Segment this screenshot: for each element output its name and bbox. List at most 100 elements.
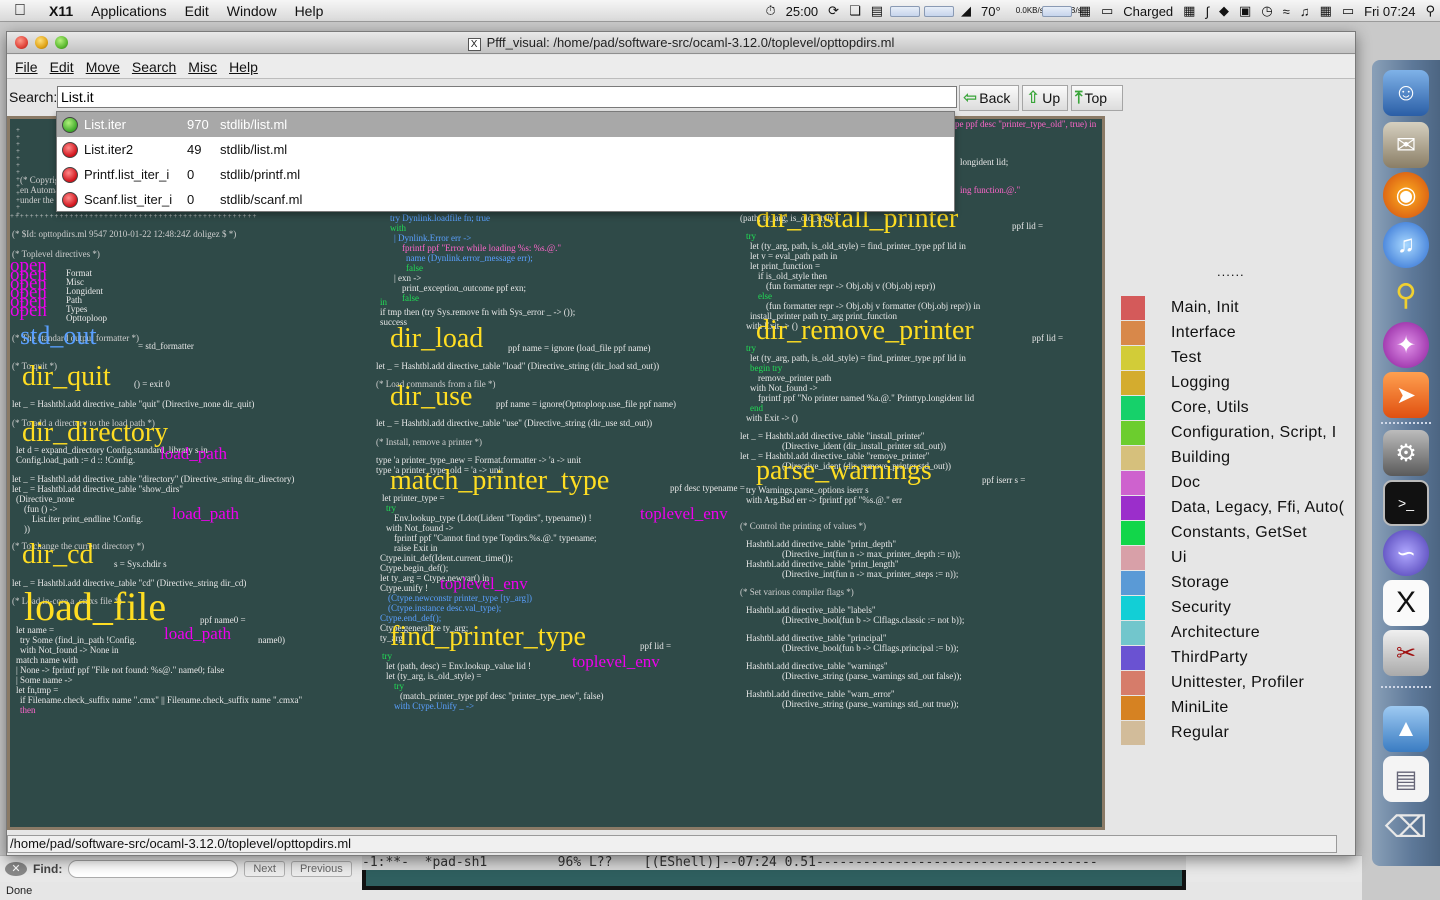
menu-move[interactable]: Move (80, 59, 126, 75)
x11-icon[interactable]: X (1383, 580, 1429, 626)
disk-icon[interactable]: ▦ (1074, 3, 1096, 19)
lock-icon[interactable]: ◆ (1214, 3, 1234, 19)
presentation-icon[interactable]: ➤ (1383, 372, 1429, 418)
sync-icon[interactable]: ⟳ (823, 3, 844, 19)
cpu-meter[interactable] (890, 5, 921, 17)
bluetooth-icon[interactable]: ∫ (1200, 4, 1214, 19)
code-line: let fn,tmp = (16, 685, 59, 695)
menubar-applications[interactable]: Applications (82, 3, 176, 19)
code-line: (Ctype.newconstr printer_type [ty_arg]) (388, 593, 533, 603)
menubar-app-name[interactable]: X11 (40, 3, 82, 19)
display-icon[interactable]: ▣ (1234, 3, 1256, 19)
menu-help[interactable]: Help (223, 59, 264, 75)
code-ref-toplevel-env: toplevel_env (640, 504, 728, 523)
time-machine-icon[interactable]: ◷ (1256, 3, 1277, 19)
completion-file: stdlib/printf.ml (220, 167, 301, 182)
battery-status[interactable]: Charged (1118, 4, 1178, 19)
code-line: ppf lid = (1012, 221, 1044, 231)
code-line: try Dynlink.loadfile fn; true (390, 213, 490, 223)
timer-icon[interactable]: ⏱ (760, 3, 780, 19)
emacs-modeline: -1:**- *pad-sh1 96% L?? [(EShell)]--07:2… (362, 855, 1186, 870)
finder-icon[interactable]: ☺ (1383, 70, 1429, 116)
up-button[interactable]: ⇧ Up (1022, 85, 1068, 111)
menu-edit[interactable]: Edit (44, 59, 80, 75)
itunes-icon[interactable]: ♫ (1383, 222, 1429, 268)
documents-stack-icon[interactable]: ▤ (1383, 756, 1429, 802)
legend-swatch (1121, 720, 1145, 745)
legend-swatch (1121, 345, 1145, 370)
back-button[interactable]: ⇦ Back (959, 85, 1019, 111)
firefox-icon[interactable]: ◉ (1383, 172, 1429, 218)
clock[interactable]: Fri 07:24 (1359, 4, 1420, 19)
emacs-buffer[interactable] (362, 870, 1186, 890)
code-line: (* Control the printing of values *) (740, 521, 866, 531)
code-ref-toplevel-env: toplevel_env (572, 652, 660, 671)
terminal-icon[interactable]: >_ (1383, 480, 1429, 526)
find-input[interactable] (68, 860, 239, 878)
legend-swatch (1121, 470, 1145, 495)
window-titlebar[interactable]: X Pfff_visual: /home/pad/software-src/oca… (7, 32, 1355, 54)
temperature-readout[interactable]: 70° (976, 4, 1006, 19)
emacs-icon[interactable]: ∽ (1383, 530, 1429, 576)
menubar-edit[interactable]: Edit (176, 3, 218, 19)
up-label: Up (1042, 90, 1061, 106)
legend-swatch (1121, 645, 1145, 670)
legend-label: Regular (1171, 723, 1230, 741)
screenshot-tool-icon[interactable]: ✂ (1383, 630, 1429, 676)
code-line: with Exit -> () (746, 413, 798, 423)
code-line: longident lid; (960, 157, 1009, 167)
trash-icon[interactable]: ⌫ (1383, 804, 1429, 850)
code-line: if Filename.check_suffix name ".cmx" || … (20, 695, 303, 705)
completion-item[interactable]: Printf.list_iter_i 0 stdlib/printf.ml (57, 162, 954, 187)
apple-icon[interactable]:  (0, 2, 40, 20)
find-previous-button[interactable]: Previous (290, 861, 352, 877)
system-preferences-icon[interactable]: ⚙ (1383, 430, 1429, 476)
timer-readout[interactable]: 25:00 (781, 4, 824, 19)
menu-misc[interactable]: Misc (182, 59, 223, 75)
completion-item[interactable]: List.iter 970 stdlib/list.ml (57, 112, 954, 137)
menu-search[interactable]: Search (126, 59, 182, 75)
messaging-icon[interactable]: ✦ (1383, 322, 1429, 368)
wifi-icon[interactable]: ≈ (1278, 4, 1295, 19)
spotlight-search-icon[interactable]: ⚲ (1420, 3, 1440, 19)
legend-item: Data, Legacy, Ffi, Auto( (1121, 495, 1355, 520)
code-map-canvas[interactable]: + + + + + + + + + + + + + (* Copyright *) en Automat… (7, 116, 1105, 830)
network-readout[interactable]: 0.0KB/s0.0KB/s (1006, 7, 1082, 15)
menu-file[interactable]: File (9, 59, 44, 75)
code-ref-load-path: load_path (164, 624, 232, 643)
x11-window-icon: X (467, 38, 481, 51)
battery-icon[interactable]: ▭ (1096, 3, 1118, 19)
menu-file-label: File (15, 58, 38, 75)
menubar-help[interactable]: Help (286, 3, 333, 19)
search-completion-popup: List.iter 970 stdlib/list.ml List.iter2 49 st… (56, 111, 955, 212)
menubar-window[interactable]: Window (218, 3, 286, 19)
clipboard-icon[interactable]: ▤ (866, 3, 888, 19)
top-button[interactable]: ⤒ Top (1071, 85, 1123, 111)
battery-small-icon[interactable]: ▭ (1337, 3, 1359, 19)
applications-folder-icon[interactable]: ▲ (1383, 706, 1429, 752)
legend-item: Interface (1121, 320, 1355, 345)
legend-label: Building (1171, 448, 1231, 466)
window-switch-icon[interactable]: ❏ (844, 3, 866, 19)
completion-item[interactable]: List.iter2 49 stdlib/list.ml (57, 137, 954, 162)
keychain-icon[interactable]: ⚲ (1383, 272, 1429, 318)
legend-label: Storage (1171, 573, 1230, 591)
code-line: ppf name = ignore (load_file ppf name) (508, 343, 651, 353)
legend-swatch (1121, 595, 1145, 620)
mail-icon[interactable]: ✉ (1383, 122, 1429, 168)
code-def-load-file: load_file (24, 584, 167, 629)
completion-item[interactable]: Scanf.list_iter_i 0 stdlib/scanf.ml (57, 187, 954, 212)
find-next-button[interactable]: Next (244, 861, 285, 877)
spaces-icon[interactable]: ▦ (1178, 3, 1200, 19)
completion-name: List.iter2 (84, 142, 134, 157)
code-line: false (406, 263, 423, 273)
calendar-icon[interactable]: ▦ (1315, 3, 1337, 19)
code-def-parse-warnings: parse_warnings (756, 455, 932, 486)
memory-meter[interactable] (924, 5, 955, 17)
legend-label: Test (1171, 348, 1202, 366)
close-find-icon[interactable]: ✕ (5, 862, 27, 876)
network-meter[interactable] (1041, 5, 1072, 17)
search-input[interactable] (57, 86, 957, 108)
code-line: with Not_found -> (386, 523, 454, 533)
volume-icon[interactable]: ♫ (1295, 4, 1315, 19)
